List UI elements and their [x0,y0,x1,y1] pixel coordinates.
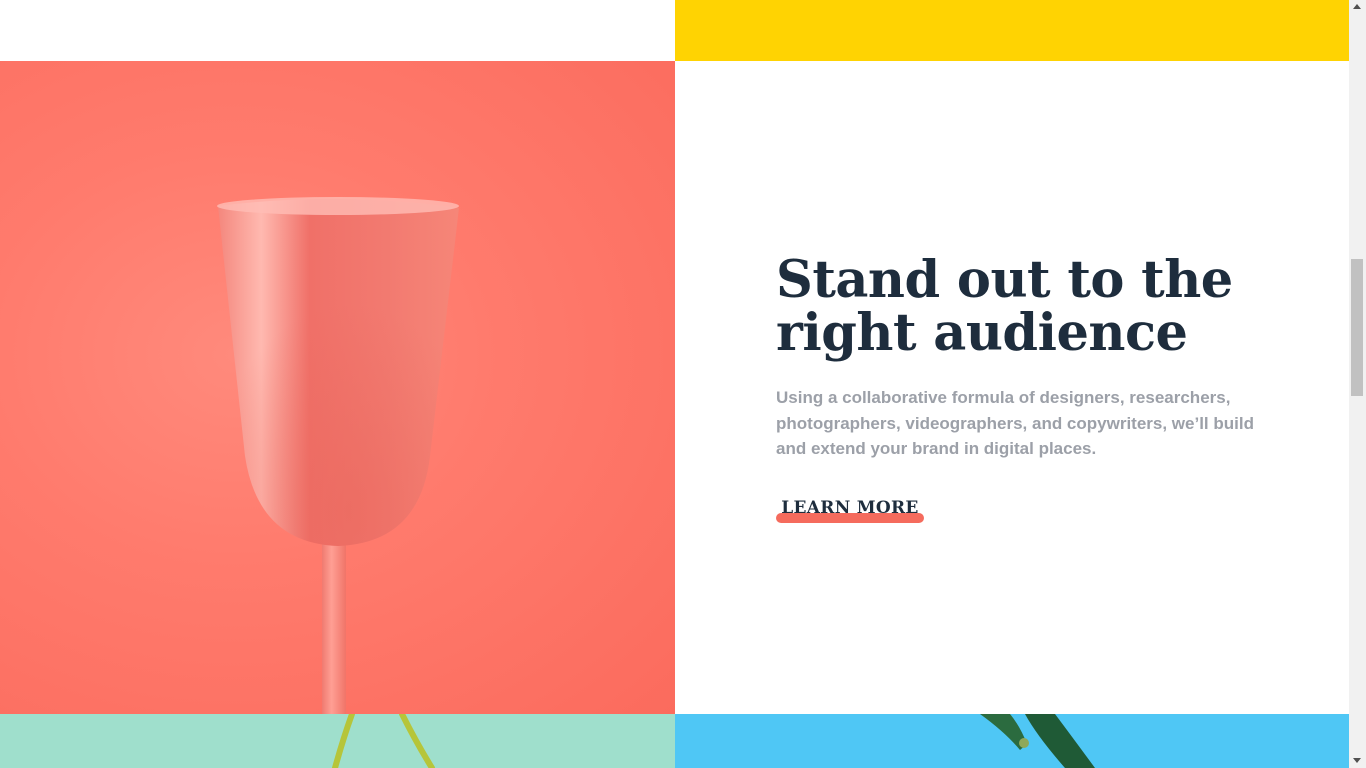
goblet-rim [217,197,459,215]
top-left-blank-panel [0,0,675,61]
feature-heading: Stand out to the right audience [776,250,1233,363]
goblet-illustration [217,197,459,714]
goblet-stem [322,531,346,714]
feature-description: Using a collaborative formula of designe… [776,388,1254,458]
page-scrollbar[interactable] [1349,0,1366,768]
plant-stems-image [0,714,675,768]
scrollbar-thumb[interactable] [1351,259,1363,396]
learn-more-label: LEARN MORE [781,498,919,518]
yellow-image-panel [675,0,1349,61]
leaf-illustration [980,714,1095,768]
scroll-down-arrow-icon[interactable] [1353,758,1361,763]
plant-stems-illustration [332,714,435,768]
learn-more-button[interactable]: LEARN MORE [776,497,924,525]
scroll-up-arrow-icon[interactable] [1353,4,1361,9]
pink-goblet-image [0,61,675,714]
green-leaf-image [675,714,1349,768]
feature-text-panel: Stand out to the right audience Using a … [675,61,1349,714]
